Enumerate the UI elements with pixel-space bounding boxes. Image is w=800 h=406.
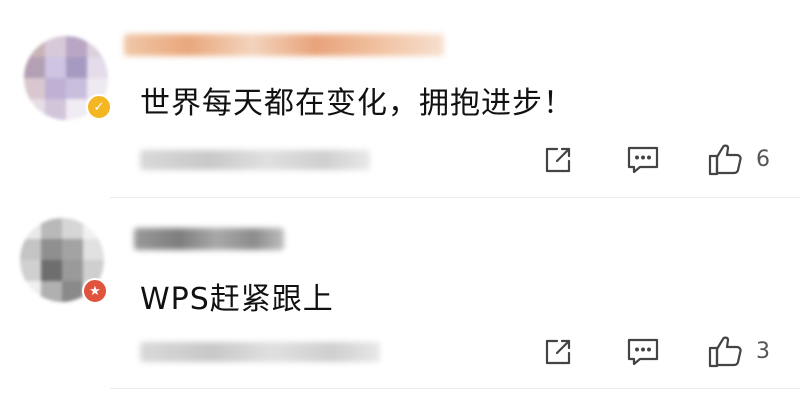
comment-icon (627, 146, 659, 174)
comment-button[interactable] (626, 144, 660, 176)
username-blurred[interactable] (124, 34, 444, 56)
verified-badge-icon: ✓ (86, 94, 112, 120)
like-button[interactable]: 6 (708, 142, 770, 176)
thumbs-up-icon (708, 336, 742, 368)
thumbs-up-icon (708, 144, 742, 176)
share-button[interactable] (542, 144, 574, 176)
comment-meta-blurred (140, 342, 380, 362)
comment-text: WPS赶紧跟上 (140, 282, 334, 317)
share-button[interactable] (542, 336, 574, 368)
like-count: 3 (756, 338, 770, 364)
member-badge-icon: ★ (82, 278, 108, 304)
comment-icon (627, 338, 659, 366)
comment-item: ✓ 世界每天都在变化，拥抱进步！ 6 (0, 0, 800, 197)
comment-text: 世界每天都在变化，拥抱进步！ (140, 86, 574, 121)
username-blurred[interactable] (134, 228, 284, 250)
comment-item: ★ WPS赶紧跟上 3 (0, 198, 800, 388)
like-count: 6 (756, 146, 770, 172)
like-button[interactable]: 3 (708, 334, 770, 368)
divider (110, 388, 800, 389)
share-icon (545, 147, 571, 173)
share-icon (545, 339, 571, 365)
comment-meta-blurred (140, 150, 370, 170)
comment-button[interactable] (626, 336, 660, 368)
